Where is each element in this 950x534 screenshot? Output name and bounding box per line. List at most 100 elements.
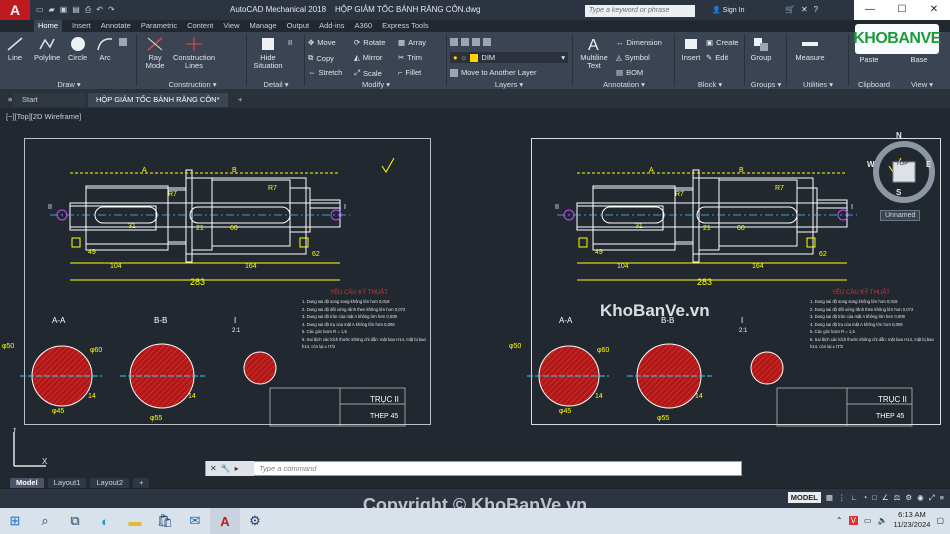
insert-tool[interactable]: Insert — [678, 36, 704, 62]
viewcube-top-face[interactable]: TOP — [896, 161, 908, 167]
customize-icon[interactable]: ≡ — [940, 493, 944, 502]
search-button[interactable]: ⌕ — [30, 508, 60, 534]
cart-icon[interactable]: 🛒 — [785, 5, 795, 14]
arc-tool[interactable]: Arc — [96, 36, 114, 62]
ucs-dropdown[interactable]: Unnamed — [880, 210, 921, 221]
ribbon-tab-output[interactable]: Output — [287, 20, 310, 32]
snap-icon[interactable]: ⋮ — [838, 493, 846, 502]
network-icon[interactable]: ▭ — [864, 516, 872, 525]
grid-icon[interactable]: ▦ — [826, 493, 833, 502]
layer-tools-row[interactable] — [450, 38, 491, 46]
detail-panel-title[interactable]: Detail ▾ — [248, 80, 304, 89]
copy-tool[interactable]: ⧉ Copy — [308, 53, 334, 63]
sign-in-button[interactable]: 👤 Sign In — [712, 6, 744, 14]
block-panel-title[interactable]: Block ▾ — [676, 80, 744, 89]
multiline-text-tool[interactable]: A Multiline Text — [576, 36, 612, 70]
mirror-tool[interactable]: ◭ Mirror — [354, 53, 382, 62]
store-button[interactable]: 🛍 — [150, 508, 180, 534]
layout-tab-layout2[interactable]: Layout2 — [90, 478, 130, 488]
layer-dropdown[interactable]: ● ☼ DIM ▾ — [450, 52, 568, 63]
saveas-icon[interactable]: ▤ — [72, 5, 80, 15]
stretch-tool[interactable]: ⇔ Stretch — [308, 68, 342, 77]
drawing-viewport[interactable]: [−][Top][2D Wireframe] 49 104 31 21 60 164 62 2… — [0, 108, 950, 478]
otrack-icon[interactable]: ∠ — [882, 493, 889, 502]
ribbon-tab-add-ins[interactable]: Add-ins — [319, 20, 344, 32]
circle-tool[interactable]: Circle — [68, 36, 87, 62]
layers-panel-title[interactable]: Layers ▾ — [448, 80, 570, 89]
clock[interactable]: 6:13 AM 11/23/2024 — [893, 510, 930, 530]
outlook-button[interactable]: ✉ — [180, 508, 210, 534]
minimize-icon[interactable]: — — [854, 0, 886, 20]
volume-icon[interactable]: 🔈 — [877, 516, 887, 525]
line-tool[interactable]: Line — [6, 36, 24, 62]
utilities-panel-title[interactable]: Utilities ▾ — [788, 80, 848, 89]
ortho-icon[interactable]: ∟ — [850, 493, 857, 502]
command-input[interactable]: Type a command — [254, 464, 316, 473]
autocad-taskbar-button[interactable]: A — [210, 508, 240, 534]
groups-panel-title[interactable]: Groups ▾ — [746, 80, 786, 89]
detail-extra[interactable]: II — [288, 38, 292, 47]
notification-icon[interactable]: ▢ — [936, 516, 944, 525]
modify-panel-title[interactable]: Modify ▾ — [306, 80, 446, 89]
array-tool[interactable]: ▦ Array — [398, 38, 426, 47]
maximize-icon[interactable]: ☐ — [886, 0, 918, 20]
close-icon[interactable]: ✕ — [210, 464, 217, 473]
workspace-gear-icon[interactable]: ⚙ — [905, 493, 912, 502]
scale-tool[interactable]: ⤢ Scale — [354, 68, 382, 78]
ribbon-tab-annotate[interactable]: Annotate — [101, 20, 131, 32]
ribbon-tab-insert[interactable]: Insert — [72, 20, 91, 32]
model-space-button[interactable]: MODEL — [787, 492, 821, 503]
draw-extra-tools[interactable] — [119, 38, 127, 46]
open-icon[interactable]: ▰ — [49, 5, 55, 15]
compass-south[interactable]: S — [896, 188, 901, 197]
compass-east[interactable]: E — [926, 160, 931, 169]
hide-situation-tool[interactable]: Hide Situation — [250, 36, 286, 70]
search-input[interactable]: Type a keyword or phrase — [585, 5, 695, 17]
plot-icon[interactable]: ⎙ — [85, 5, 91, 15]
explorer-button[interactable]: ▬ — [120, 508, 150, 534]
fillet-tool[interactable]: ⌐ Fillet — [398, 68, 421, 77]
trim-tool[interactable]: ✂ Trim — [398, 53, 422, 62]
ray-mode-tool[interactable]: Ray Mode — [142, 36, 168, 70]
move-tool[interactable]: ✥ Move — [308, 38, 336, 47]
exchange-icon[interactable]: ✕ — [801, 5, 808, 14]
new-tab-button[interactable]: + — [230, 93, 246, 107]
layout-tab-add[interactable]: + — [133, 478, 150, 488]
move-to-layer-tool[interactable]: Move to Another Layer — [450, 68, 536, 77]
fullscreen-icon[interactable]: ⤢ — [929, 493, 935, 503]
new-icon[interactable]: ▭ — [36, 5, 44, 15]
view-panel-title[interactable]: View ▾ — [898, 80, 946, 89]
ribbon-tab-home[interactable]: Home — [34, 20, 63, 32]
compass-north[interactable]: N — [896, 131, 902, 140]
redo-icon[interactable]: ↷ — [108, 5, 115, 15]
task-view-button[interactable]: ⧉ — [60, 508, 90, 534]
compass-west[interactable]: W — [867, 160, 875, 169]
bom-tool[interactable]: ▤ BOM — [616, 68, 643, 77]
polar-icon[interactable]: ◔ — [863, 493, 868, 502]
edge-button[interactable]: ◐ — [90, 508, 120, 534]
osnap-icon[interactable]: □ — [872, 493, 877, 502]
help-icon[interactable]: ? — [814, 5, 818, 14]
edit-tool[interactable]: ✎ Edit — [706, 53, 728, 62]
start-button[interactable]: ⊞ — [0, 508, 30, 534]
ribbon-tab-a360[interactable]: A360 — [355, 20, 373, 32]
autocad-logo-button[interactable]: A — [0, 0, 30, 20]
draw-panel-title[interactable]: Draw ▾ — [4, 80, 134, 89]
annotation-panel-title[interactable]: Annotation ▾ — [574, 80, 674, 89]
base-tool[interactable]: Base — [904, 56, 934, 64]
app-taskbar-button[interactable]: ⚙ — [240, 508, 270, 534]
annotation-scale-icon[interactable]: ⚖ — [894, 493, 901, 502]
close-icon[interactable]: ✕ — [918, 0, 950, 20]
construction-panel-title[interactable]: Construction ▾ — [140, 80, 245, 89]
construction-lines-tool[interactable]: Construction Lines — [172, 36, 216, 70]
ribbon-tab-view[interactable]: View — [223, 20, 239, 32]
ribbon-tab-manage[interactable]: Manage — [249, 20, 276, 32]
measure-tool[interactable]: Measure — [790, 36, 830, 62]
doctab-active[interactable]: HỘP GIẢM TỐC BÁNH RĂNG CÔN* ✕ — [88, 93, 228, 118]
clipboard-panel-title[interactable]: Clipboard — [850, 80, 898, 89]
save-icon[interactable]: ▣ — [60, 5, 68, 15]
undo-icon[interactable]: ↶ — [96, 5, 103, 15]
isolate-icon[interactable]: ◉ — [917, 493, 924, 502]
rotate-tool[interactable]: ⟳ Rotate — [354, 38, 385, 47]
symbol-tool[interactable]: ◬ Symbol — [616, 53, 650, 62]
